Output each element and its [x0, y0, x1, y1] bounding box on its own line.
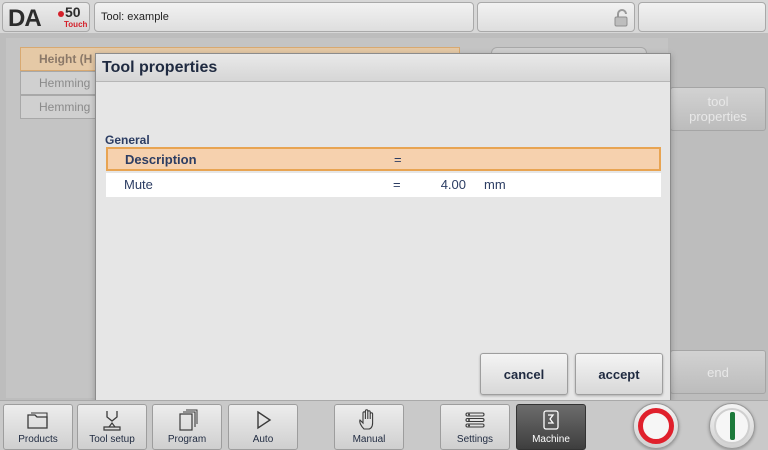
nav-label: Settings — [456, 434, 494, 445]
nav-products[interactable]: Products — [3, 404, 73, 450]
accept-button[interactable]: accept — [575, 353, 663, 395]
list-item-label: Height (H — [39, 52, 93, 66]
nav-label: Tool setup — [89, 434, 135, 445]
stop-button-frame — [633, 403, 679, 449]
property-unit: mm — [484, 177, 506, 192]
bottom-nav: Products Tool setup Program Auto Manual … — [0, 400, 768, 450]
window-title-text: Tool: example — [101, 11, 169, 23]
logo-sub: Touch — [64, 20, 88, 29]
nav-tool-setup[interactable]: Tool setup — [77, 404, 147, 450]
tool-properties-dialog: Tool properties General Description = Mu… — [95, 53, 671, 401]
property-equals: = — [394, 152, 402, 167]
property-name: Mute — [124, 177, 153, 192]
tool-setup-icon — [103, 411, 121, 431]
property-value: 4.00 — [440, 177, 466, 192]
start-icon — [714, 408, 750, 444]
nav-auto[interactable]: Auto — [228, 404, 298, 450]
list-item-label: Hemming — [39, 100, 91, 114]
nav-label: Program — [167, 434, 207, 445]
nav-settings[interactable]: Settings — [440, 404, 510, 450]
section-heading: General — [105, 133, 150, 147]
stop-button[interactable] — [626, 402, 686, 450]
property-equals: = — [393, 177, 401, 192]
nav-label: Machine — [532, 434, 570, 445]
tool-properties-button[interactable]: tool properties — [670, 87, 766, 131]
cancel-button[interactable]: cancel — [480, 353, 568, 395]
hand-icon — [359, 409, 374, 430]
stop-icon — [638, 408, 674, 444]
settings-list-icon — [465, 412, 485, 428]
program-pages-icon — [179, 409, 198, 431]
property-row-description[interactable]: Description = — [106, 147, 661, 171]
nav-program[interactable]: Program — [152, 404, 222, 450]
nav-label: Auto — [252, 434, 274, 445]
logo-model: 50 — [65, 4, 81, 20]
dialog-title: Tool properties — [96, 54, 670, 82]
machine-icon — [543, 410, 559, 430]
nav-label: Products — [18, 434, 58, 445]
status-box — [638, 2, 766, 32]
property-row-mute[interactable]: Mute = 4.00 mm — [106, 173, 661, 197]
folder-icon — [27, 412, 48, 429]
nav-label: Manual — [352, 434, 386, 445]
lock-status[interactable] — [477, 2, 635, 32]
start-button-frame — [709, 403, 755, 449]
play-icon — [257, 410, 272, 430]
property-name: Description — [125, 152, 197, 167]
logo-dot — [58, 11, 64, 17]
nav-manual[interactable]: Manual — [334, 404, 404, 450]
logo: DA 50 Touch — [2, 2, 90, 32]
logo-brand: DA — [8, 5, 42, 32]
unlocked-padlock-icon — [614, 9, 628, 27]
top-bar: DA 50 Touch Tool: example — [0, 0, 768, 33]
nav-machine[interactable]: Machine — [516, 404, 586, 450]
start-bar — [729, 412, 735, 440]
start-button[interactable] — [702, 402, 762, 450]
window-title: Tool: example — [94, 2, 474, 32]
end-button[interactable]: end — [670, 350, 766, 394]
list-item-label: Hemming — [39, 76, 91, 90]
